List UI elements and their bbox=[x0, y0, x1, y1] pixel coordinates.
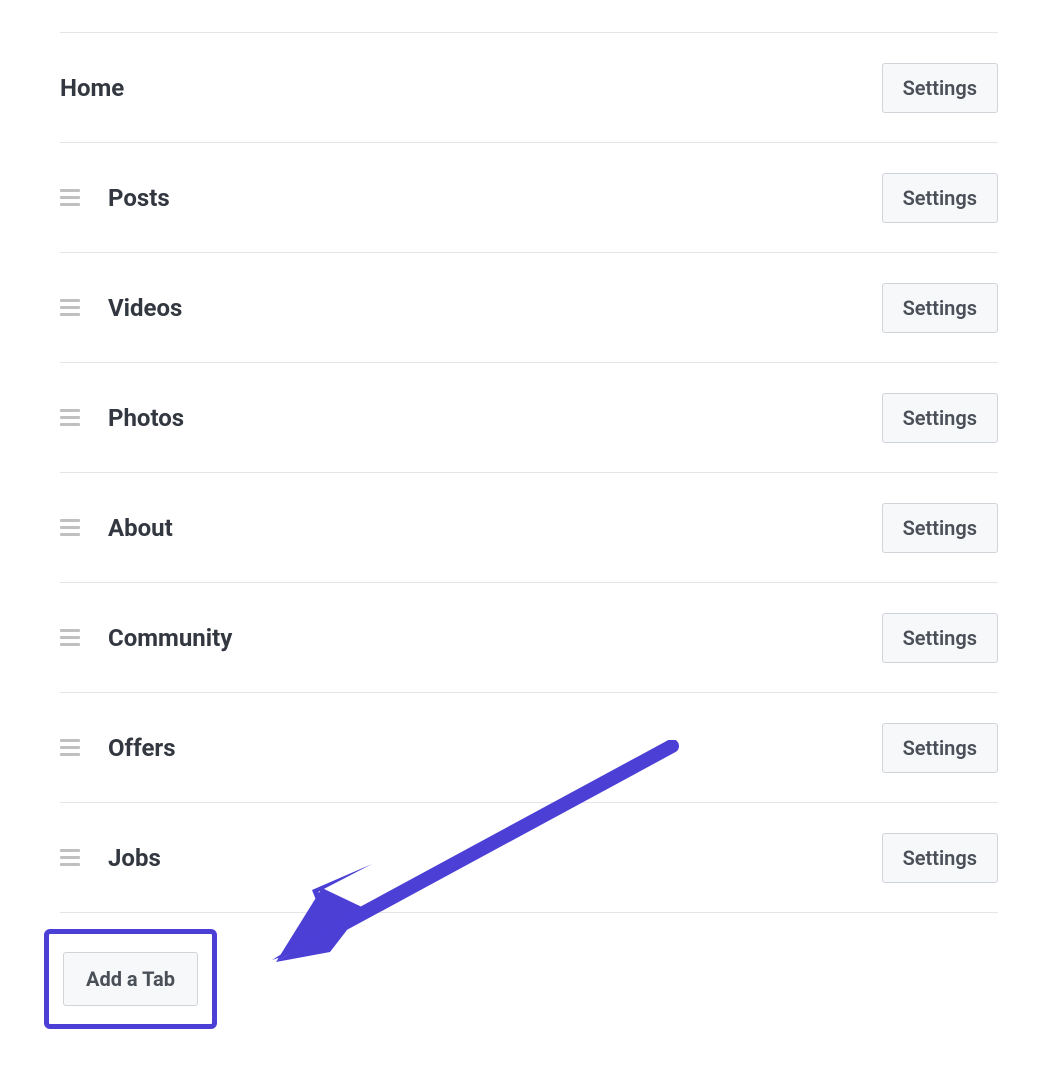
tab-label-photos: Photos bbox=[108, 404, 184, 432]
tab-row-left: Posts bbox=[60, 184, 170, 212]
tab-label-home: Home bbox=[60, 74, 124, 102]
tab-row-left: Jobs bbox=[60, 844, 161, 872]
drag-handle-icon[interactable] bbox=[60, 629, 80, 646]
tab-label-posts: Posts bbox=[108, 184, 170, 212]
settings-button-about[interactable]: Settings bbox=[882, 503, 998, 553]
tab-row-left: Videos bbox=[60, 294, 182, 322]
tab-row-community: Community Settings bbox=[60, 583, 998, 693]
tab-row-photos: Photos Settings bbox=[60, 363, 998, 473]
tab-row-about: About Settings bbox=[60, 473, 998, 583]
settings-button-community[interactable]: Settings bbox=[882, 613, 998, 663]
drag-handle-icon[interactable] bbox=[60, 189, 80, 206]
tab-row-jobs: Jobs Settings bbox=[60, 803, 998, 913]
settings-button-jobs[interactable]: Settings bbox=[882, 833, 998, 883]
tab-row-left: About bbox=[60, 514, 173, 542]
settings-button-posts[interactable]: Settings bbox=[882, 173, 998, 223]
tab-row-videos: Videos Settings bbox=[60, 253, 998, 363]
settings-button-photos[interactable]: Settings bbox=[882, 393, 998, 443]
tab-row-posts: Posts Settings bbox=[60, 143, 998, 253]
tab-label-videos: Videos bbox=[108, 294, 182, 322]
tab-label-jobs: Jobs bbox=[108, 844, 161, 872]
tab-row-offers: Offers Settings bbox=[60, 693, 998, 803]
settings-button-offers[interactable]: Settings bbox=[882, 723, 998, 773]
drag-handle-icon[interactable] bbox=[60, 519, 80, 536]
settings-button-videos[interactable]: Settings bbox=[882, 283, 998, 333]
settings-button-home[interactable]: Settings bbox=[882, 63, 998, 113]
tab-label-about: About bbox=[108, 514, 173, 542]
add-tab-button[interactable]: Add a Tab bbox=[63, 952, 198, 1006]
tab-label-community: Community bbox=[108, 624, 232, 652]
tab-row-left: Community bbox=[60, 624, 232, 652]
tab-row-left: Home bbox=[60, 74, 124, 102]
tab-row-left: Photos bbox=[60, 404, 184, 432]
tab-label-offers: Offers bbox=[108, 734, 176, 762]
drag-handle-icon[interactable] bbox=[60, 739, 80, 756]
drag-handle-icon[interactable] bbox=[60, 299, 80, 316]
tab-row-home: Home Settings bbox=[60, 33, 998, 143]
drag-handle-icon[interactable] bbox=[60, 849, 80, 866]
drag-handle-icon[interactable] bbox=[60, 409, 80, 426]
tab-row-left: Offers bbox=[60, 734, 176, 762]
add-tab-highlight-box: Add a Tab bbox=[44, 929, 217, 1029]
